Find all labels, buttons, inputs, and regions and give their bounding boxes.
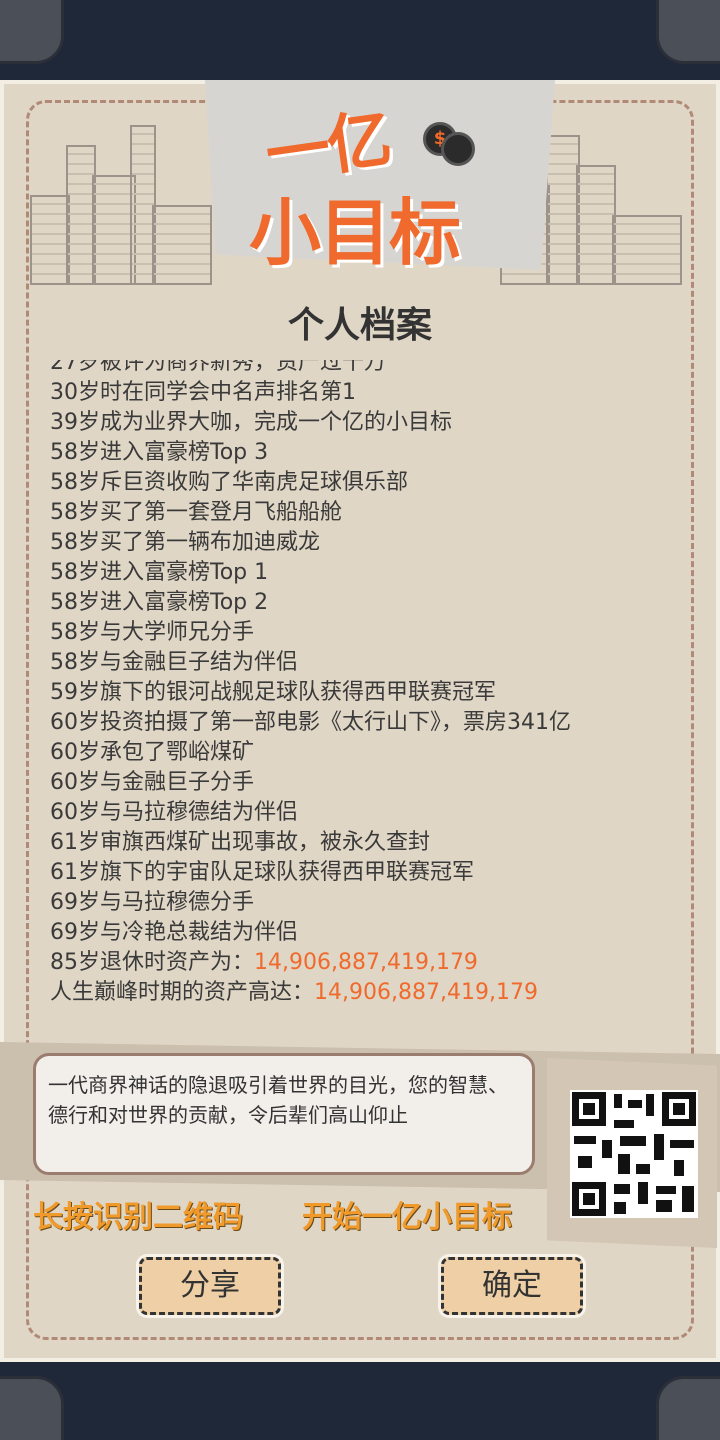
peak-assets-value: 14,906,887,419,179 xyxy=(314,980,538,1005)
logo: 一亿 小目标 $ xyxy=(245,88,485,274)
list-item: 60岁投资拍摄了第一部电影《太行山下》，票房341亿 xyxy=(50,710,571,735)
list-item: 30岁时在同学会中名声排名第1 xyxy=(50,380,356,405)
confirm-button[interactable]: 确定 xyxy=(441,1257,583,1315)
corner-bracket xyxy=(0,1376,64,1440)
corner-bracket xyxy=(0,0,64,64)
corner-bracket xyxy=(656,1376,720,1440)
start-caption: 开始一亿小目标 xyxy=(302,1200,512,1235)
retire-assets-label: 85岁退休时资产为： xyxy=(50,950,254,975)
share-button[interactable]: 分享 xyxy=(139,1257,281,1315)
list-item: 58岁进入富豪榜Top 2 xyxy=(50,590,269,615)
city-skyline-left xyxy=(30,105,220,285)
list-item: 58岁进入富豪榜Top 1 xyxy=(50,560,269,585)
list-item: 58岁进入富豪榜Top 3 xyxy=(50,440,269,465)
list-item: 69岁与马拉穆德分手 xyxy=(50,890,254,915)
list-item: 61岁审旗西煤矿出现事故，被永久查封 xyxy=(50,830,430,855)
list-item: 27岁被评为商界新秀，资产过十万 xyxy=(50,360,386,375)
list-item: 69岁与冷艳总裁结为伴侣 xyxy=(50,920,298,945)
qr-code-icon[interactable] xyxy=(570,1090,698,1218)
retire-assets-line: 85岁退休时资产为：14,906,887,419,179 xyxy=(50,948,571,978)
peak-assets-line: 人生巅峰时期的资产高达：14,906,887,419,179 xyxy=(50,978,571,1008)
list-item: 58岁买了第一套登月飞船船舱 xyxy=(50,500,342,525)
history-list[interactable]: 27岁被评为商界新秀，资产过十万 30岁时在同学会中名声排名第1 39岁成为业界… xyxy=(50,360,670,1020)
list-item: 59岁旗下的银河战舰足球队获得西甲联赛冠军 xyxy=(50,680,496,705)
list-item: 60岁与金融巨子分手 xyxy=(50,770,254,795)
list-item: 60岁承包了鄂峪煤矿 xyxy=(50,740,254,765)
peak-assets-label: 人生巅峰时期的资产高达： xyxy=(50,980,315,1005)
logo-line2: 小目标 xyxy=(249,194,461,274)
list-item: 58岁与金融巨子结为伴侣 xyxy=(50,650,298,675)
bottom-frame xyxy=(0,1362,720,1440)
list-item: 58岁买了第一辆布加迪威龙 xyxy=(50,530,320,555)
list-item: 58岁斥巨资收购了华南虎足球俱乐部 xyxy=(50,470,408,495)
list-item: 39岁成为业界大咖，完成一个亿的小目标 xyxy=(50,410,452,435)
coins-icon: $ xyxy=(423,116,483,176)
retire-assets-value: 14,906,887,419,179 xyxy=(254,950,478,975)
list-item: 58岁与大学师兄分手 xyxy=(50,620,254,645)
list-item: 61岁旗下的宇宙队足球队获得西甲联赛冠军 xyxy=(50,860,474,885)
top-frame xyxy=(0,0,720,80)
page-title: 个人档案 xyxy=(287,305,432,346)
list-item: 60岁与马拉穆德结为伴侣 xyxy=(50,800,298,825)
corner-bracket xyxy=(656,0,720,64)
quote-box: 一代商界神话的隐退吸引着世界的目光，您的智慧、德行和对世界的贡献，令后辈们高山仰… xyxy=(33,1053,535,1175)
qr-hint-caption: 长按识别二维码 xyxy=(33,1200,243,1235)
